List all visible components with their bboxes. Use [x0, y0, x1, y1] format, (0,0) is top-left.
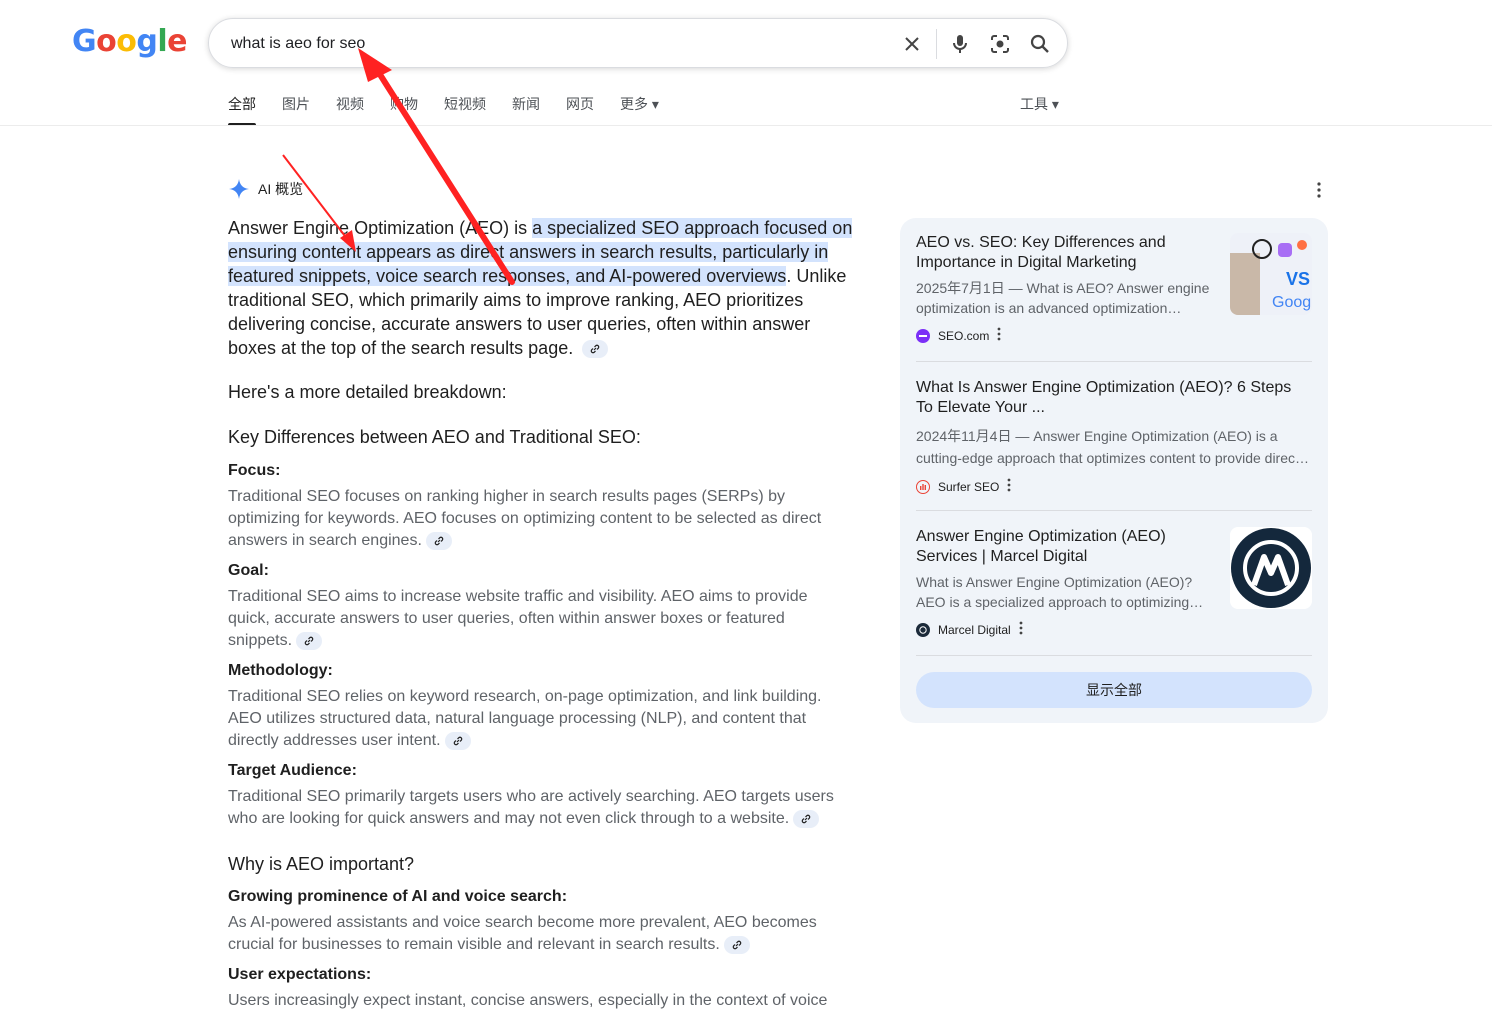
item-label: Methodology:: [228, 662, 333, 679]
logo-letter: o: [96, 24, 117, 59]
item-text: Traditional SEO relies on keyword resear…: [228, 688, 822, 749]
tab-web[interactable]: 网页: [566, 94, 594, 126]
search-divider: [936, 29, 937, 59]
item-text: Users increasingly expect instant, conci…: [228, 992, 828, 1009]
item-text: Traditional SEO focuses on ranking highe…: [228, 488, 822, 549]
tab-images[interactable]: 图片: [282, 94, 310, 126]
ai-overview-body: Answer Engine Optimization (AEO) is a sp…: [228, 216, 858, 360]
source-thumbnail[interactable]: [1230, 527, 1312, 609]
search-tabs: 全部 图片 视频 购物 短视频 新闻 网页 更多 ▾: [228, 94, 685, 126]
item-description: Traditional SEO relies on keyword resear…: [228, 686, 838, 752]
logo-letter: g: [136, 24, 158, 59]
source-link-icon[interactable]: [793, 809, 820, 828]
logo-letter: o: [116, 24, 137, 59]
source-card[interactable]: What Is Answer Engine Optimization (AEO)…: [916, 378, 1312, 495]
why-heading: Why is AEO important?: [228, 854, 415, 874]
logo-letter: e: [167, 24, 188, 59]
search-box: [208, 18, 1068, 68]
search-input[interactable]: [229, 32, 873, 56]
microphone-icon[interactable]: [948, 32, 972, 56]
source-site: Surfer SEO: [916, 478, 1312, 495]
source-site-name: Marcel Digital: [938, 622, 1011, 637]
lead-text: Answer Engine Optimization (AEO) is: [228, 218, 533, 238]
source-site: SEO.com: [916, 327, 1312, 344]
tab-news[interactable]: 新闻: [512, 94, 540, 126]
source-card[interactable]: AEO vs. SEO: Key Differences and Importa…: [916, 233, 1312, 344]
tab-shopping[interactable]: 购物: [390, 94, 418, 126]
source-link-icon[interactable]: [582, 340, 609, 359]
source-title[interactable]: AEO vs. SEO: Key Differences and Importa…: [916, 233, 1216, 273]
logo-letter: G: [72, 24, 97, 59]
item-description: As AI-powered assistants and voice searc…: [228, 912, 838, 956]
camera-lens-icon[interactable]: [988, 32, 1012, 56]
card-divider: [916, 510, 1312, 511]
item-label: User expectations:: [228, 966, 372, 983]
source-link-icon[interactable]: [296, 631, 323, 650]
google-logo[interactable]: Google: [72, 24, 188, 59]
sources-panel: AEO vs. SEO: Key Differences and Importa…: [900, 218, 1328, 723]
ai-overview-lead: Answer Engine Optimization (AEO) is a sp…: [228, 216, 858, 360]
tab-short-videos[interactable]: 短视频: [444, 94, 486, 126]
card-divider: [916, 655, 1312, 656]
item-description: Traditional SEO primarily targets users …: [228, 786, 853, 830]
source-snippet: What is Answer Engine Optimization (AEO)…: [916, 574, 1204, 610]
tab-videos[interactable]: 视频: [336, 94, 364, 126]
source-site: Marcel Digital: [916, 621, 1312, 638]
ai-overview-header: AI 概览: [228, 178, 303, 200]
item-label: Growing prominence of AI and voice searc…: [228, 888, 568, 905]
clear-icon[interactable]: [900, 32, 924, 56]
more-options-icon[interactable]: [997, 327, 1001, 344]
surfer-favicon-icon: [916, 479, 930, 494]
thumbnail-text: Goog: [1272, 294, 1311, 311]
header-divider: [0, 125, 1492, 126]
thumbnail-text: VS: [1286, 269, 1310, 289]
tab-all[interactable]: 全部: [228, 94, 256, 126]
source-link-icon[interactable]: [723, 935, 750, 954]
item-label: Target Audience:: [228, 762, 357, 779]
source-snippet: 2024年11月4日 — Answer Engine Optimization …: [916, 428, 1310, 466]
source-link-icon[interactable]: [444, 731, 471, 750]
search-icon[interactable]: [1028, 32, 1052, 56]
source-thumbnail[interactable]: VS Goog: [1230, 233, 1312, 315]
more-options-icon[interactable]: [1019, 621, 1023, 638]
more-options-icon[interactable]: [1310, 180, 1328, 200]
sparkle-icon: [229, 179, 249, 199]
card-divider: [916, 361, 1312, 362]
seo-com-favicon-icon: [916, 328, 930, 343]
tab-more[interactable]: 更多 ▾: [620, 94, 659, 126]
source-site-name: Surfer SEO: [938, 479, 1000, 494]
show-all-button[interactable]: 显示全部: [916, 672, 1312, 708]
source-card[interactable]: Answer Engine Optimization (AEO) Service…: [916, 527, 1312, 638]
tools-button[interactable]: 工具 ▾: [1020, 94, 1059, 114]
item-label: Goal:: [228, 562, 269, 579]
item-description: Traditional SEO focuses on ranking highe…: [228, 486, 848, 552]
item-description: Traditional SEO aims to increase website…: [228, 586, 828, 652]
source-title[interactable]: Answer Engine Optimization (AEO) Service…: [916, 527, 1196, 567]
source-snippet: 2025年7月1日 — What is AEO? Answer engine o…: [916, 280, 1210, 316]
logo-letter: l: [157, 24, 168, 59]
breakdown-text: Here's a more detailed breakdown:: [228, 382, 507, 402]
item-label: Focus:: [228, 462, 281, 479]
item-text: Traditional SEO primarily targets users …: [228, 788, 834, 827]
source-site-name: SEO.com: [938, 328, 990, 343]
marcel-favicon-icon: [916, 622, 930, 637]
ai-overview-title: AI 概览: [258, 181, 304, 197]
source-link-icon[interactable]: [425, 531, 452, 550]
source-title[interactable]: What Is Answer Engine Optimization (AEO)…: [916, 378, 1312, 418]
differences-heading: Key Differences between AEO and Traditio…: [228, 427, 641, 447]
more-options-icon[interactable]: [1007, 478, 1011, 495]
